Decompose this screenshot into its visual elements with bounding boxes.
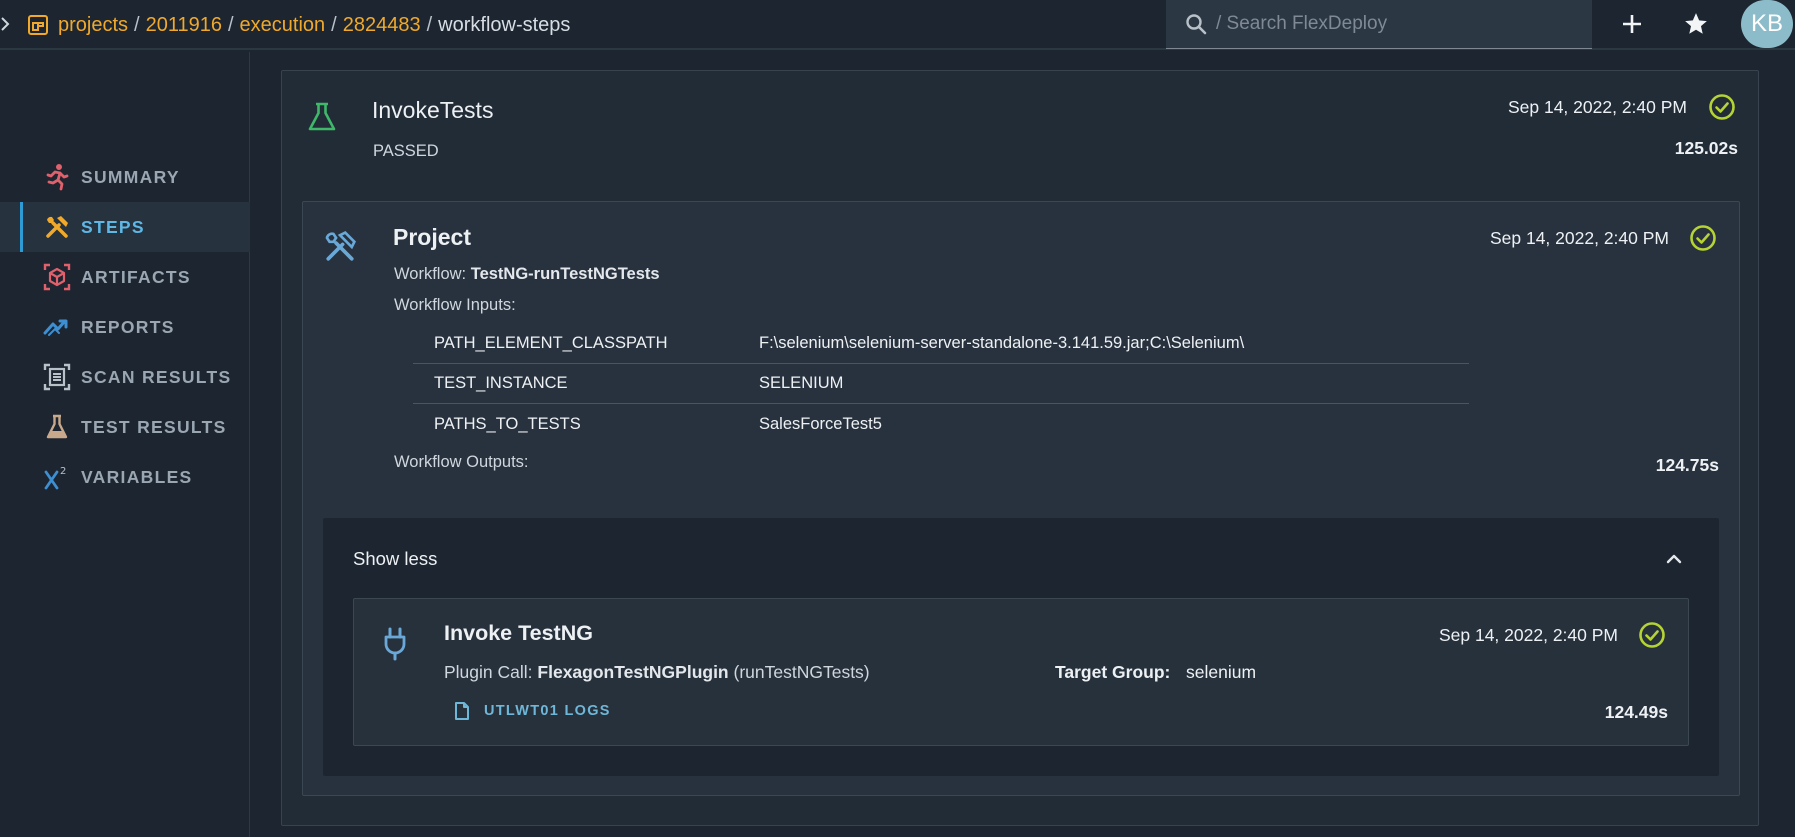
variable-icon: 2 — [42, 462, 72, 492]
input-key: PATH_ELEMENT_CLASSPATH — [434, 334, 668, 352]
sidebar-nav: SUMMARY STEPS ARTIFACTS REPORTS SCAN RES… — [0, 152, 250, 502]
flask-icon — [42, 412, 72, 442]
success-check-icon — [1708, 93, 1736, 121]
tools-icon — [323, 230, 359, 266]
plug-icon — [380, 627, 410, 661]
step-timestamp: Sep 14, 2022, 2:40 PM — [1438, 625, 1618, 645]
workflow-inputs-label: Workflow Inputs: — [394, 296, 516, 314]
stage-title: InvokeTests — [372, 97, 494, 123]
view-logs-button[interactable]: UTLWT01 LOGS — [454, 699, 611, 723]
sidebar: SUMMARY STEPS ARTIFACTS REPORTS SCAN RES… — [0, 52, 250, 837]
workflow-name: TestNG-runTestNGTests — [470, 265, 660, 283]
status-badge: PASSED — [373, 142, 439, 160]
sidebar-item-label: REPORTS — [81, 316, 175, 337]
breadcrumb-separator: / — [331, 13, 337, 36]
svg-text:2: 2 — [60, 466, 66, 477]
invoke-testng-step-card: Invoke TestNG Sep 14, 2022, 2:40 PM Plug… — [353, 598, 1689, 746]
project-step-card: Project Sep 14, 2022, 2:40 PM Workflow: … — [302, 201, 1740, 796]
plugin-name: FlexagonTestNGPlugin — [537, 662, 729, 682]
project-icon[interactable] — [26, 13, 50, 37]
search-box — [1166, 0, 1592, 49]
breadcrumb: projects / 2011916 / execution / 2824483… — [26, 12, 570, 38]
sidebar-item-label: SUMMARY — [81, 166, 180, 187]
project-title: Project — [393, 224, 471, 250]
search-input[interactable] — [1216, 13, 1576, 35]
table-row: TEST_INSTANCE SELENIUM — [413, 364, 1469, 404]
breadcrumb-project-id[interactable]: 2011916 — [146, 14, 222, 37]
input-key: PATHS_TO_TESTS — [434, 414, 581, 433]
top-bar: projects / 2011916 / execution / 2824483… — [0, 0, 1795, 50]
breadcrumb-execution-id[interactable]: 2824483 — [343, 14, 421, 37]
invoke-tests-card: InvokeTests PASSED Sep 14, 2022, 2:40 PM… — [281, 70, 1759, 826]
workflow-inputs-table: PATH_ELEMENT_CLASSPATH F:\selenium\selen… — [413, 324, 1469, 444]
scan-icon — [42, 362, 72, 392]
plugin-call-line: Plugin Call: FlexagonTestNGPlugin (runTe… — [444, 662, 870, 683]
workflow-outputs-label: Workflow Outputs: — [394, 453, 529, 471]
table-row: PATHS_TO_TESTS SalesForceTest5 — [413, 404, 1469, 444]
input-key: TEST_INSTANCE — [434, 374, 568, 392]
table-row: PATH_ELEMENT_CLASSPATH F:\selenium\selen… — [413, 324, 1469, 364]
show-less-toggle[interactable]: Show less — [353, 548, 437, 570]
package-icon — [42, 262, 72, 292]
nested-steps-panel: Show less Invoke TestNG Sep 14, 2022, 2:… — [323, 518, 1719, 776]
step-title: Invoke TestNG — [444, 621, 593, 645]
sidebar-item-label: VARIABLES — [81, 466, 193, 487]
target-group-label: Target Group: — [1055, 662, 1171, 682]
project-duration: 124.75s — [1655, 455, 1719, 475]
plugin-operation: (runTestNGTests) — [733, 662, 870, 682]
success-check-icon — [1689, 224, 1717, 252]
add-button[interactable] — [1616, 8, 1648, 40]
sidebar-item-label: SCAN RESULTS — [81, 366, 232, 387]
trend-icon — [42, 312, 72, 342]
sidebar-item-label: ARTIFACTS — [81, 266, 191, 287]
favorites-button[interactable] — [1680, 8, 1712, 40]
stage-duration: 125.02s — [1674, 138, 1738, 158]
sidebar-item-label: TEST RESULTS — [81, 416, 227, 437]
plus-icon — [1623, 15, 1641, 33]
workflow-line: Workflow: TestNG-runTestNGTests — [394, 265, 660, 284]
breadcrumb-execution[interactable]: execution — [240, 14, 326, 37]
sidebar-item-variables[interactable]: 2 VARIABLES — [0, 452, 250, 502]
chevron-up-icon[interactable] — [1663, 548, 1685, 570]
logs-label: UTLWT01 LOGS — [484, 703, 611, 719]
plugin-call-label: Plugin Call: — [444, 662, 533, 682]
target-group-value: selenium — [1186, 662, 1257, 682]
workflow-label: Workflow: — [394, 265, 467, 283]
flask-icon — [306, 101, 338, 133]
breadcrumb-separator: / — [134, 13, 140, 36]
search-icon — [1184, 12, 1208, 36]
sidebar-item-steps[interactable]: STEPS — [0, 202, 250, 252]
project-timestamp: Sep 14, 2022, 2:40 PM — [1489, 228, 1669, 248]
sidebar-item-reports[interactable]: REPORTS — [0, 302, 250, 352]
sidebar-item-label: STEPS — [81, 216, 145, 237]
input-value: F:\selenium\selenium-server-standalone-3… — [759, 334, 1245, 352]
breadcrumb-current: workflow-steps — [438, 13, 571, 36]
input-value: SELENIUM — [759, 374, 844, 392]
breadcrumb-separator: / — [426, 13, 433, 36]
star-icon — [1685, 13, 1707, 34]
expand-sidebar-icon[interactable] — [0, 14, 12, 34]
step-duration: 124.49s — [1604, 702, 1668, 722]
sidebar-item-test-results[interactable]: TEST RESULTS — [0, 402, 250, 452]
breadcrumb-separator: / — [227, 13, 234, 36]
user-avatar[interactable]: KB — [1741, 0, 1793, 48]
success-check-icon — [1638, 621, 1666, 649]
sidebar-item-artifacts[interactable]: ARTIFACTS — [0, 252, 250, 302]
document-icon — [454, 701, 472, 721]
runner-icon — [42, 162, 72, 192]
sidebar-item-scan-results[interactable]: SCAN RESULTS — [0, 352, 250, 402]
input-value: SalesForceTest5 — [759, 414, 882, 433]
sidebar-item-summary[interactable]: SUMMARY — [0, 152, 250, 202]
tools-icon — [42, 212, 72, 242]
breadcrumb-projects[interactable]: projects — [58, 14, 128, 37]
stage-timestamp: Sep 14, 2022, 2:40 PM — [1507, 97, 1687, 117]
